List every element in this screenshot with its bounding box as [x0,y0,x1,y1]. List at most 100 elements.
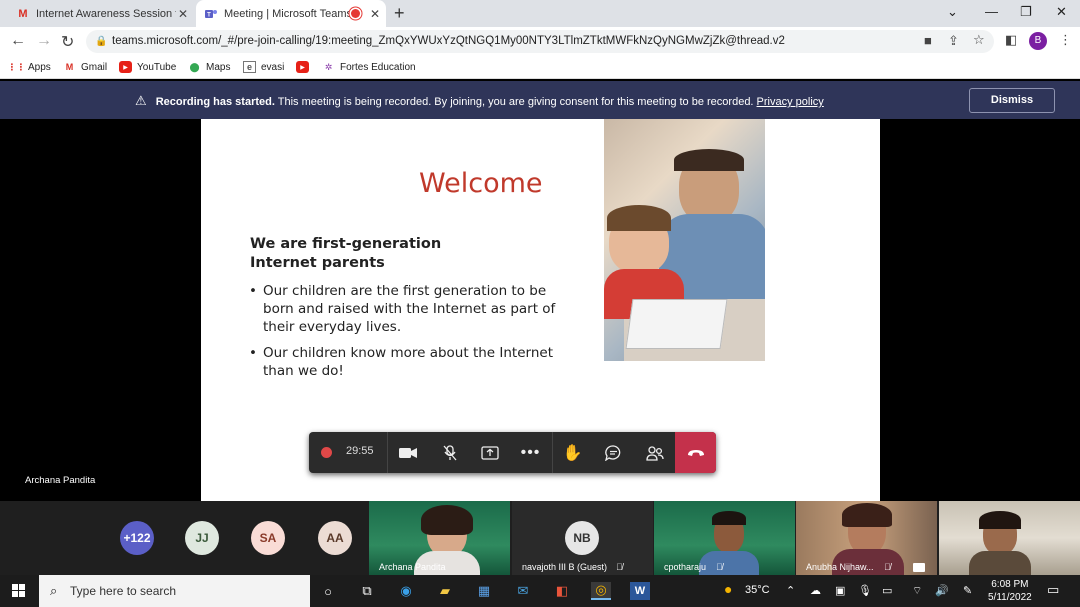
file-explorer-icon[interactable]: ▰ [435,582,455,600]
pen-icon[interactable]: ✎ [963,584,972,597]
youtube-icon: ▶ [119,61,132,73]
tab-teams-meeting[interactable]: T Meeting | Microsoft Teams ✕ [196,0,386,27]
url-text: teams.microsoft.com/_#/pre-join-calling/… [112,35,785,47]
address-bar[interactable]: 🔒 teams.microsoft.com/_#/pre-join-callin… [86,30,994,53]
back-arrow-icon[interactable]: ← [10,32,26,50]
participant-name: Archana Pandita [379,562,446,572]
slide-bullet: • Our children know more about the Intern… [249,345,553,379]
cortana-icon[interactable]: ○ [318,582,338,600]
privacy-policy-link[interactable]: Privacy policy [757,96,824,108]
volume-icon[interactable]: 🔊 [935,584,949,597]
chevron-up-icon[interactable]: ⌃ [786,584,795,597]
participants-button[interactable] [634,432,675,473]
minimize-button[interactable]: — [985,4,998,19]
browser-toolbar: ← → ↻ 🔒 teams.microsoft.com/_#/pre-join-… [0,27,1080,56]
participants-overflow-badge[interactable]: +122 [120,521,154,555]
profile-avatar[interactable]: B [1029,32,1047,50]
close-window-button[interactable]: ✕ [1056,4,1067,20]
store-icon[interactable]: ▦ [474,582,494,600]
call-control-bar: 29:55 ••• ✋ [309,432,716,473]
recording-banner: ⚠ Recording has started. This meeting is… [0,81,1080,119]
lock-icon: 🔒 [95,36,108,47]
search-icon: ⌕ [50,583,58,598]
microphone-tray-icon[interactable]: 🎙 [858,584,872,597]
tab-title: Meeting | Microsoft Teams [224,7,352,20]
fortes-logo-icon: ✲ [324,61,333,72]
leave-call-button[interactable] [675,432,716,473]
close-tab-icon[interactable]: ✕ [178,7,188,21]
youtube-icon: ▶ [296,61,309,73]
recording-indicator-icon [351,9,360,18]
browser-tab-bar: M Internet Awareness Session for P ✕ T M… [0,0,1080,27]
mic-off-icon: 🎙̸ [884,562,891,572]
more-actions-button[interactable]: ••• [510,432,551,473]
presenter-caption: Archana Pandita [25,475,96,486]
bookmark-fortes-education[interactable]: ✲ Fortes Education [322,61,416,73]
participant-avatar[interactable]: JJ [185,521,219,555]
mic-off-icon: 🎙̸ [716,562,723,572]
chat-bubble-icon [605,444,621,461]
participant-video-tile[interactable]: NB navajoth III B (Guest) 🎙̸ [512,501,653,575]
share-screen-button[interactable] [469,432,510,473]
chrome-icon[interactable]: ◎ [591,582,611,600]
battery-icon[interactable]: ▭ [882,584,892,597]
taskbar-clock[interactable]: 6:08 PM 5/11/2022 [988,578,1032,604]
wifi-icon[interactable]: ⌔ [912,584,922,598]
mic-toggle-button[interactable] [429,432,470,473]
bookmark-apps[interactable]: ⋮⋮ Apps [8,61,51,73]
task-view-icon[interactable]: ⧉ [357,582,377,600]
mail-icon[interactable]: ✉ [513,582,533,600]
banner-bold-text: Recording has started. [155,96,275,108]
gmail-icon: M [18,7,28,20]
raise-hand-button[interactable]: ✋ [552,432,593,473]
bookmark-youtube-2[interactable]: ▶ [296,61,314,73]
restore-button[interactable]: ❐ [1020,4,1032,20]
raise-hand-icon: ✋ [562,444,583,462]
new-tab-button[interactable]: + [394,3,405,24]
forward-arrow-icon[interactable]: → [36,32,52,50]
maps-pin-icon: ⬤ [189,61,200,72]
participant-video-tile[interactable]: cpotharaju 🎙̸ [654,501,795,575]
teams-icon: T [204,7,218,21]
slide-subtitle: We are first-generation Internet parents [250,236,442,271]
share-tray-icon [480,445,499,460]
chat-button[interactable] [593,432,634,473]
bookmark-star-icon[interactable]: ☆ [973,32,985,48]
banner-text: This meeting is being recorded. By joini… [274,96,757,108]
participant-video-tile[interactable]: Archana Pandita [369,501,510,575]
camera-toggle-button[interactable] [387,432,428,473]
bookmark-evasi[interactable]: e evasi [243,61,284,73]
tab-search-icon[interactable]: ⌄ [947,4,958,20]
side-panel-icon[interactable]: ◧ [1005,32,1017,48]
camera-tray-icon[interactable]: ▣ [835,584,845,597]
tab-title: Internet Awareness Session for P [36,7,176,20]
bookmark-gmail[interactable]: M Gmail [63,61,107,73]
cloud-icon[interactable]: ☁ [810,584,821,597]
participant-avatar[interactable]: AA [318,521,352,555]
gmail-icon: M [65,62,74,72]
dismiss-button[interactable]: Dismiss [969,88,1055,113]
bookmark-youtube[interactable]: ▶ YouTube [119,61,176,73]
share-icon[interactable]: ⇪ [948,33,959,49]
edge-icon[interactable]: ◉ [396,582,416,600]
notifications-icon[interactable]: ▭ [1047,582,1059,598]
participant-video-tile[interactable] [939,501,1080,575]
windows-start-icon[interactable] [12,584,26,598]
warning-icon: ⚠ [135,93,147,108]
people-icon [645,445,664,461]
office-icon[interactable]: ◧ [552,582,572,600]
weather-temperature[interactable]: 35°C [745,584,770,596]
close-tab-icon[interactable]: ✕ [370,7,380,21]
menu-dots-icon[interactable]: ⋮ [1059,32,1072,48]
participant-avatar[interactable]: SA [251,521,285,555]
reload-icon[interactable]: ↻ [61,32,74,52]
taskbar-search-input[interactable]: ⌕ Type here to search [39,575,310,607]
participant-video-tile[interactable]: Anubha Nijhaw... 🎙̸ [796,501,937,575]
camera-icon[interactable]: ■ [924,33,932,48]
participant-name: navajoth III B (Guest) [522,562,608,572]
weather-sun-icon: ● [724,581,733,597]
tab-gmail[interactable]: M Internet Awareness Session for P ✕ [8,0,194,27]
hang-up-phone-icon [687,449,704,456]
bookmark-maps[interactable]: ⬤ Maps [188,61,230,73]
word-icon[interactable]: W [630,582,650,600]
